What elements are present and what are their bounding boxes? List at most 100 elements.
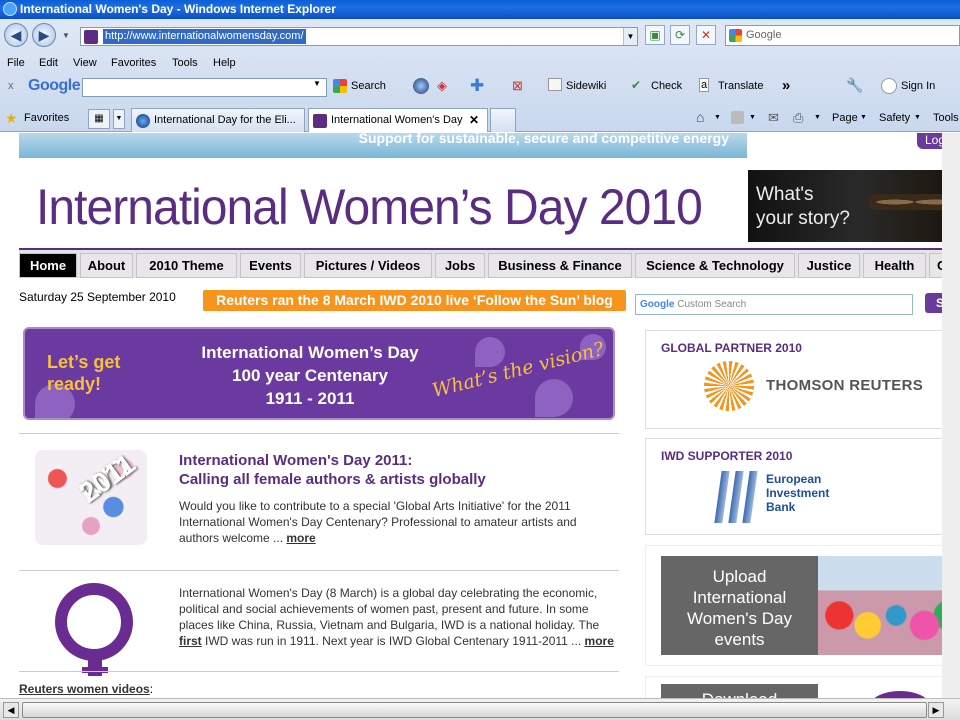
iwd-2011-image[interactable]: IWD 2011 — [35, 447, 147, 545]
favorites-star-icon: ★ — [5, 110, 18, 126]
menu-help[interactable]: Help — [213, 57, 236, 69]
tab-list-dropdown-icon[interactable]: ▼ — [113, 109, 125, 129]
article1-body-text: Would you like to contribute to a specia… — [179, 499, 577, 545]
leaf-decoration — [535, 379, 573, 417]
top-search-box[interactable]: Google — [725, 25, 960, 46]
nav-pictures-videos[interactable]: Pictures / Videos — [304, 253, 432, 278]
ready-line1: Let’s get — [47, 352, 121, 372]
nav-health[interactable]: Health — [863, 253, 926, 278]
compatibility-icon[interactable]: ▣ — [645, 25, 665, 45]
menu-view[interactable]: View — [73, 57, 97, 69]
address-url[interactable]: http://www.internationalwomensday.com/ — [103, 29, 306, 44]
gbox-dropdown-icon[interactable]: ▼ — [313, 79, 321, 88]
vertical-scrollbar[interactable] — [942, 133, 960, 698]
page-menu[interactable]: Page — [832, 112, 858, 124]
global-partner-heading: GLOBAL PARTNER 2010 — [661, 341, 802, 355]
article1-more-link[interactable]: more — [286, 531, 315, 545]
tools-menu[interactable]: Tools — [933, 112, 959, 124]
horizontal-scroll-thumb[interactable] — [22, 702, 927, 718]
address-bar[interactable]: http://www.internationalwomensday.com/ ▼ — [80, 27, 638, 46]
close-toolbar-icon[interactable]: x — [8, 80, 14, 92]
global-partner-box[interactable]: GLOBAL PARTNER 2010 THOMSON REUTERS — [645, 330, 960, 429]
upload-events-button[interactable]: Upload International Women's Day events — [661, 556, 818, 655]
menu-favorites[interactable]: Favorites — [111, 57, 156, 69]
back-icon[interactable]: ◀ — [4, 23, 28, 47]
divider — [19, 671, 619, 672]
nav-jobs[interactable]: Jobs — [435, 253, 485, 278]
whats-your-story-banner[interactable]: What's your story? — [748, 170, 960, 242]
article1-body: Would you like to contribute to a specia… — [179, 498, 619, 546]
translate-icon: a — [699, 78, 710, 92]
quick-tabs-icon[interactable]: ▦ — [88, 109, 110, 129]
close-tab-icon[interactable]: ✕ — [469, 113, 479, 127]
print-dropdown-icon[interactable]: ▼ — [814, 114, 821, 121]
globe-icon[interactable] — [413, 78, 429, 94]
google-icon — [729, 29, 742, 42]
history-dropdown-icon[interactable]: ▼ — [62, 31, 70, 40]
google-search-button[interactable]: Search — [351, 80, 386, 92]
popup-blocker-icon[interactable]: ⊠ — [512, 78, 523, 94]
scroll-right-icon[interactable]: ▶ — [928, 702, 944, 718]
iwd-2011-image-text: IWD 2011 — [73, 447, 141, 509]
print-icon[interactable]: ⎙ — [793, 110, 803, 126]
home-icon[interactable]: ⌂ — [696, 109, 704, 125]
add-plus-icon[interactable]: ✚ — [470, 76, 484, 96]
thomson-reuters-logo-icon — [704, 361, 754, 411]
nav-science-technology[interactable]: Science & Technology — [635, 253, 795, 278]
nav-home[interactable]: Home — [19, 253, 77, 278]
energy-banner[interactable]: Support for sustainable, secure and comp… — [19, 133, 747, 158]
upload-line3: Women's Day — [687, 609, 792, 628]
nav-2010-theme[interactable]: 2010 Theme — [136, 253, 237, 278]
iwd-supporter-box[interactable]: IWD SUPPORTER 2010 European Investment B… — [645, 438, 960, 535]
centenary-banner[interactable]: Let’s get ready! International Women’s D… — [23, 327, 615, 420]
feeds-dropdown-icon[interactable]: ▼ — [749, 114, 756, 121]
scroll-left-icon[interactable]: ◀ — [3, 702, 19, 718]
article2-more-link[interactable]: more — [585, 634, 614, 648]
reuters-videos-link[interactable]: Reuters women videos — [19, 682, 150, 696]
nav-justice[interactable]: Justice — [798, 253, 860, 278]
horizontal-scrollbar[interactable]: ◀ ▶ — [0, 698, 960, 720]
wrench-icon[interactable]: 🔧 — [846, 77, 863, 94]
first-link[interactable]: first — [179, 634, 202, 648]
nav-business-finance[interactable]: Business & Finance — [488, 253, 632, 278]
refresh-icon[interactable]: ⟳ — [670, 25, 690, 45]
bookmark-icon[interactable]: ◈ — [437, 78, 447, 94]
sidewiki-icon — [548, 78, 562, 91]
favorites-button[interactable]: Favorites — [24, 112, 69, 124]
iwd-venus-logo-icon — [55, 583, 133, 661]
stop-icon[interactable]: ✕ — [696, 25, 716, 45]
top-search-placeholder: Google — [746, 29, 782, 41]
custom-search-input[interactable]: Google Custom Search — [635, 294, 913, 315]
reuters-videos-colon: : — [149, 682, 154, 696]
forward-icon[interactable]: ▶ — [32, 23, 56, 47]
home-dropdown-icon[interactable]: ▼ — [714, 114, 721, 121]
article1-title-line1: International Women's Day 2011: — [179, 452, 413, 469]
check-button[interactable]: Check — [651, 80, 682, 92]
address-dropdown-icon[interactable]: ▼ — [623, 28, 637, 45]
page-viewport: Support for sustainable, secure and comp… — [0, 133, 960, 698]
download-button[interactable]: Download — [661, 684, 818, 698]
menu-file[interactable]: File — [7, 57, 25, 69]
new-tab-button[interactable] — [490, 108, 516, 132]
safety-menu[interactable]: Safety — [879, 112, 910, 124]
menu-edit[interactable]: Edit — [39, 57, 58, 69]
sign-in-button[interactable]: Sign In — [901, 80, 935, 92]
tab-iwd[interactable]: International Women's Day ✕ — [308, 108, 488, 132]
page-dropdown-icon[interactable]: ▼ — [860, 114, 867, 121]
google-toolbar: x Google ▼ Search ◈ ✚ ⊠ Sidewiki ✔ Check… — [0, 75, 960, 99]
translate-button[interactable]: Translate — [718, 80, 763, 92]
nav-events[interactable]: Events — [240, 253, 301, 278]
google-toolbar-search-input[interactable] — [82, 78, 327, 97]
feeds-icon[interactable] — [731, 111, 744, 124]
safety-dropdown-icon[interactable]: ▼ — [914, 114, 921, 121]
tab-eliminate[interactable]: International Day for the Eli... — [131, 108, 305, 132]
reuters-blog-banner[interactable]: Reuters ran the 8 March IWD 2010 live ‘F… — [203, 290, 626, 311]
nav-about[interactable]: About — [80, 253, 133, 278]
dancers-image[interactable] — [818, 556, 960, 655]
window-title: International Women's Day - Windows Inte… — [20, 2, 336, 16]
menu-tools[interactable]: Tools — [172, 57, 198, 69]
article1-title[interactable]: International Women's Day 2011: Calling … — [179, 451, 486, 489]
sidewiki-button[interactable]: Sidewiki — [566, 80, 606, 92]
more-chevron[interactable]: » — [782, 77, 790, 94]
mail-icon[interactable]: ✉ — [768, 110, 779, 126]
